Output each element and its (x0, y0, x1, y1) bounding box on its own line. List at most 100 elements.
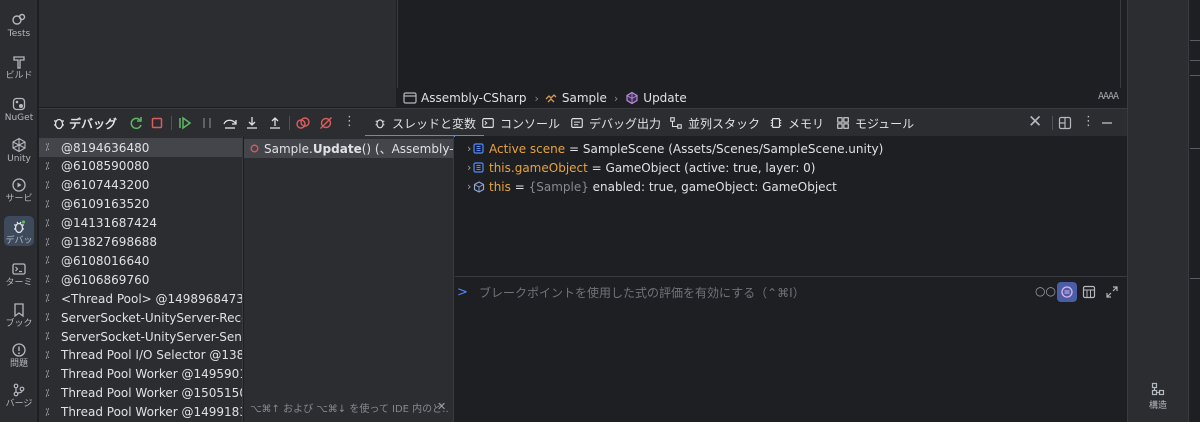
thread-label: @6107443200 (61, 178, 150, 193)
thread-row[interactable]: ⁒ @6108016640 (39, 251, 242, 270)
step-into-icon[interactable] (244, 115, 260, 131)
thread-label: @6109163520 (61, 197, 150, 212)
view-breakpoints-icon[interactable] (295, 115, 311, 131)
tool-build[interactable]: ビルド (0, 54, 38, 82)
thread-row[interactable]: ⁒ @6108590080 (39, 157, 242, 176)
thread-label: Thread Pool Worker @1505150156 (61, 386, 242, 401)
more-options-icon[interactable]: ⋮ (343, 114, 356, 129)
thread-label: @6106869760 (61, 272, 150, 287)
eval-prompt: > (457, 285, 468, 300)
edge-line (1190, 40, 1200, 41)
frame-row[interactable]: Sample.Update() (、Assembly-CSharp (244, 139, 453, 158)
expand-icon[interactable] (1105, 285, 1119, 299)
thread-row[interactable]: ⁒ @14131687424 (39, 214, 242, 233)
step-out-icon[interactable] (267, 115, 283, 131)
thread-icon: ⁒ (45, 274, 50, 286)
thread-row[interactable]: ⁒ <Thread Pool> @14989684736 (39, 289, 242, 308)
edge-line (1190, 75, 1200, 76)
thread-row[interactable]: ⁒ Thread Pool Worker @1495901388 (39, 365, 242, 384)
tool-label: ターミ (5, 278, 33, 288)
thread-label: Thread Pool Worker @1499183104 (61, 405, 242, 420)
breadcrumb-method-label: Update (643, 91, 687, 105)
tool-nuget[interactable]: NuGet (0, 96, 38, 124)
tab-parallel-stacks[interactable]: 並列スタック (669, 109, 760, 137)
step-over-icon[interactable] (222, 115, 238, 131)
chevron-right-icon[interactable]: › (455, 161, 471, 174)
variable-row[interactable]: › this.gameObject = GameObject (active: … (455, 158, 816, 177)
eval-toggle-icon (1061, 286, 1073, 298)
project-panel (39, 0, 396, 107)
options-icon[interactable]: ⋮ (1082, 114, 1095, 129)
stop-icon[interactable] (149, 115, 165, 131)
close-icon[interactable]: ✕ (437, 400, 446, 413)
calculator-icon[interactable] (1082, 285, 1096, 299)
tool-label: デバッ (5, 236, 33, 246)
thread-row[interactable]: ⁒ ServerSocket-UnityServer-Receive (39, 308, 242, 327)
breadcrumb-assembly-label: Assembly-CSharp (421, 91, 527, 105)
toggle-eval-button[interactable] (1057, 282, 1077, 302)
glasses-icon[interactable]: ○○ (1035, 284, 1056, 298)
method-icon (626, 91, 638, 105)
thread-row[interactable]: ⁒ @8194636480 (39, 138, 242, 157)
evaluate-expression-bar: > ○○ (455, 276, 1127, 422)
mute-breakpoints-icon[interactable] (318, 115, 334, 131)
parallel-stacks-icon (670, 117, 682, 129)
tool-tests[interactable]: Tests (0, 12, 38, 40)
toolbar-separator (171, 116, 172, 130)
thread-icon: ⁒ (45, 406, 50, 418)
toolbar-separator (1052, 116, 1053, 130)
reader-mode-icon[interactable]: AAAA (1098, 91, 1119, 102)
rerun-icon[interactable] (128, 115, 144, 131)
chevron-right-icon[interactable]: › (455, 142, 471, 155)
thread-icon: ⁒ (45, 160, 50, 172)
breadcrumb-class[interactable]: Sample (544, 91, 607, 105)
tool-terminal[interactable]: ターミ (0, 261, 38, 289)
tool-label: サービ (5, 194, 33, 204)
thread-label: @13827698688 (61, 235, 157, 249)
tool-structure[interactable]: 構造 (1128, 382, 1188, 411)
eval-input[interactable] (479, 284, 1039, 302)
variable-value: SampleScene (Assets/Scenes/SampleScene.u… (582, 141, 884, 156)
thread-row[interactable]: ⁒ Thread Pool Worker @1499183104 (39, 403, 242, 422)
modules-icon (837, 117, 849, 129)
variable-row[interactable]: › Active scene = SampleScene (Assets/Sce… (455, 139, 883, 158)
tool-vcs[interactable]: バージ (0, 382, 38, 410)
variable-row[interactable]: › this = {Sample} enabled: true, gameObj… (455, 177, 837, 196)
tab-modules[interactable]: モジュール (836, 109, 914, 137)
thread-icon: ⁒ (45, 217, 50, 229)
resume-icon[interactable] (177, 115, 193, 131)
tab-label: デバッグ出力 (589, 116, 662, 131)
pause-icon[interactable] (199, 115, 215, 131)
tool-services[interactable]: サービ (0, 177, 38, 205)
tool-label: 構造 (1148, 401, 1167, 411)
tool-unity[interactable]: Unity (0, 137, 38, 165)
chevron-right-icon[interactable]: › (455, 180, 471, 193)
thread-row[interactable]: ⁒ @6106869760 (39, 270, 242, 289)
thread-row[interactable]: ⁒ Thread Pool Worker @1505150156 (39, 384, 242, 403)
tool-problems[interactable]: 問題 (0, 342, 38, 370)
tab-threads-variables[interactable]: スレッドと変数 (364, 109, 485, 137)
tool-bookmarks[interactable]: ブック (0, 302, 38, 330)
thread-row[interactable]: ⁒ Thread Pool I/O Selector @1383100 (39, 346, 242, 365)
tab-memory[interactable]: メモリ (769, 109, 824, 137)
thread-row[interactable]: ⁒ @6107443200 (39, 176, 242, 195)
code-editor[interactable] (397, 0, 1127, 88)
structure-icon (1151, 382, 1165, 396)
tab-label: 並列スタック (688, 116, 761, 131)
tests-icon (12, 13, 26, 25)
tool-debug[interactable]: デバッ (0, 216, 38, 246)
breadcrumb-assembly[interactable]: Assembly-CSharp (403, 91, 526, 105)
terminal-icon (12, 263, 26, 275)
thread-row[interactable]: ⁒ ServerSocket-UnityServer-Sender (39, 327, 242, 346)
thread-row[interactable]: ⁒ @13827698688 (39, 233, 242, 252)
breadcrumb-method[interactable]: Update (625, 91, 687, 105)
tool-label: ビルド (5, 71, 33, 81)
thread-icon: ⁒ (45, 387, 50, 399)
thread-icon: ⁒ (45, 312, 50, 324)
layout-icon[interactable] (1057, 115, 1073, 131)
close-icon[interactable]: ✕ (1028, 112, 1042, 132)
minimize-icon[interactable] (1099, 115, 1115, 131)
tab-console[interactable]: コンソール (481, 109, 560, 137)
tab-debug-output[interactable]: デバッグ出力 (570, 109, 661, 137)
thread-row[interactable]: ⁒ @6109163520 (39, 195, 242, 214)
